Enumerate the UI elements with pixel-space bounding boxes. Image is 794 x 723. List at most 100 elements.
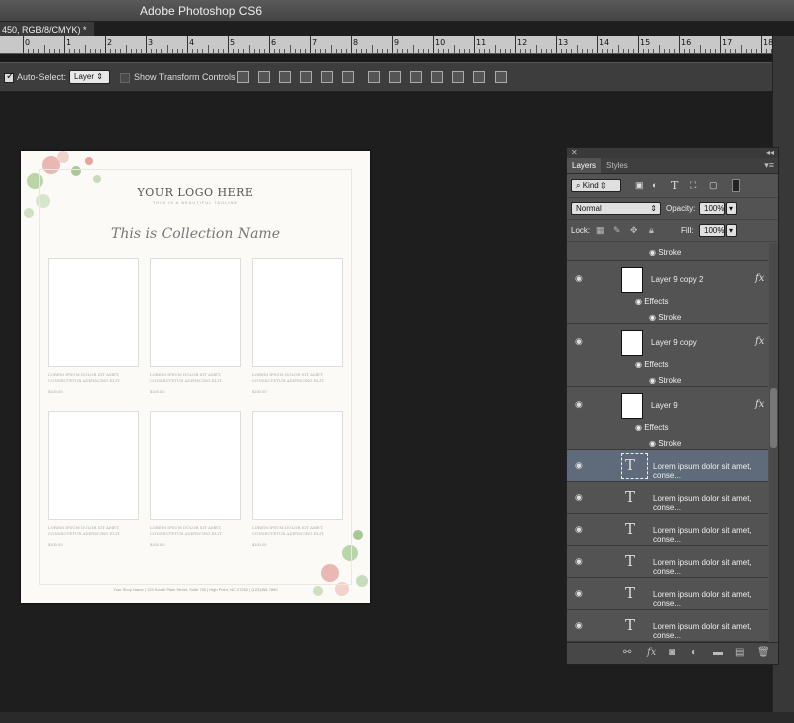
layer-row[interactable]: ◉ Layer 9 fx ◉ Effects ◉ Stroke xyxy=(567,387,768,450)
eye-icon[interactable]: ◉ xyxy=(575,336,583,347)
link-layers-icon[interactable]: ⚯ xyxy=(623,647,631,658)
eye-icon[interactable]: ◉ xyxy=(649,376,656,385)
scrollbar-thumb[interactable] xyxy=(770,388,777,448)
photo-frame[interactable] xyxy=(48,411,139,520)
eye-icon[interactable]: ◉ xyxy=(575,399,583,410)
blend-mode-dropdown[interactable]: Normal ⇕ xyxy=(571,202,661,215)
stroke-effect[interactable]: ◉ Stroke xyxy=(649,439,681,448)
document-canvas[interactable]: YOUR LOGO HERE THIS IS A BEAUTIFUL TAGLI… xyxy=(21,151,370,603)
layer-row[interactable]: ◉ Layer 9 copy 2 fx ◉ Effects ◉ Stroke xyxy=(567,261,768,324)
distribute-top-icon[interactable] xyxy=(368,71,380,83)
pixel-filter-icon[interactable]: ▣ xyxy=(635,180,644,191)
tab-layers[interactable]: Layers xyxy=(567,158,602,173)
fill-dropdown-icon[interactable]: ▾ xyxy=(726,224,737,237)
lock-transparency-icon[interactable]: ▦ xyxy=(596,225,605,236)
layers-scrollbar[interactable] xyxy=(769,243,778,643)
distribute-vcenter-icon[interactable] xyxy=(389,71,401,83)
lock-all-icon[interactable]: 🔒︎ xyxy=(649,225,654,236)
filter-toggle[interactable] xyxy=(732,179,740,192)
eye-icon[interactable]: ◉ xyxy=(649,248,656,257)
fill-input[interactable]: 100% xyxy=(699,224,725,237)
opacity-input[interactable]: 100% xyxy=(699,202,725,215)
distribute-left-icon[interactable] xyxy=(431,71,443,83)
ruler-minor-tick xyxy=(325,49,327,53)
effects-row[interactable]: ◉ Effects xyxy=(635,423,669,432)
eye-icon[interactable]: ◉ xyxy=(635,423,642,432)
eye-icon[interactable]: ◉ xyxy=(575,556,583,567)
tab-styles[interactable]: Styles xyxy=(601,158,633,173)
eye-icon[interactable]: ◉ xyxy=(649,439,656,448)
eye-icon[interactable]: ◉ xyxy=(575,524,583,535)
eye-icon[interactable]: ◉ xyxy=(575,492,583,503)
layer-row[interactable]: ◉ T Lorem ipsum dolor sit amet, conse... xyxy=(567,578,768,610)
ruler-minor-tick xyxy=(463,49,465,53)
eye-icon[interactable]: ◉ xyxy=(575,273,583,284)
auto-align-icon[interactable] xyxy=(495,71,507,83)
auto-select-dropdown[interactable]: Layer ⇕ xyxy=(69,70,110,84)
new-layer-icon[interactable]: ▤ xyxy=(735,647,744,658)
ruler-major-tick xyxy=(720,36,721,53)
adjustment-filter-icon[interactable]: ◐ xyxy=(652,180,657,190)
photo-frame[interactable] xyxy=(150,258,241,367)
ruler-minor-tick xyxy=(238,49,240,53)
layer-row[interactable]: ◉ T Lorem ipsum dolor sit amet, conse... xyxy=(567,610,768,642)
layer-row[interactable]: ◉ T Lorem ipsum dolor sit amet, conse... xyxy=(567,546,768,578)
eye-icon[interactable]: ◉ xyxy=(575,588,583,599)
add-mask-icon[interactable]: ◙ xyxy=(669,647,675,658)
effects-row[interactable]: ◉ Effects xyxy=(635,297,669,306)
smart-object-filter-icon[interactable]: ▢ xyxy=(709,180,718,191)
ruler-minor-tick xyxy=(279,49,281,53)
ruler-minor-tick xyxy=(171,49,173,53)
effects-row[interactable]: ◉ Effects xyxy=(635,360,669,369)
new-group-icon[interactable]: ▬ xyxy=(713,647,723,658)
fx-icon[interactable]: fx xyxy=(755,336,764,347)
layer-row[interactable]: ◉ T Lorem ipsum dolor sit amet, conse... xyxy=(567,482,768,514)
layer-row-selected[interactable]: ◉ T Lorem ipsum dolor sit amet, conse... xyxy=(567,450,768,482)
align-vcenter-icon[interactable] xyxy=(258,71,270,83)
shape-filter-icon[interactable]: ⛶ xyxy=(690,180,696,191)
new-adjustment-icon[interactable]: ◐ xyxy=(691,647,697,658)
layer-row[interactable]: ◉ Layer 9 copy fx ◉ Effects ◉ Stroke xyxy=(567,324,768,387)
opacity-dropdown-icon[interactable]: ▾ xyxy=(726,202,737,215)
align-hcenter-icon[interactable] xyxy=(321,71,333,83)
photo-frame[interactable] xyxy=(252,258,343,367)
ruler-label: 12 xyxy=(517,38,528,47)
photo-frame[interactable] xyxy=(48,258,139,367)
close-icon[interactable]: ✕ xyxy=(571,148,578,157)
auto-select-checkbox[interactable] xyxy=(4,71,14,83)
align-bottom-icon[interactable] xyxy=(279,71,291,83)
distribute-right-icon[interactable] xyxy=(473,71,485,83)
distribute-hcenter-icon[interactable] xyxy=(452,71,464,83)
lock-pixels-icon[interactable]: ✎ xyxy=(613,225,621,236)
photo-frame[interactable] xyxy=(150,411,241,520)
type-filter-icon[interactable]: T xyxy=(671,179,678,192)
fx-icon[interactable]: fx xyxy=(755,399,764,410)
eye-icon[interactable]: ◉ xyxy=(575,460,583,471)
horizontal-ruler[interactable]: 0123456789101112131415161718 xyxy=(0,36,772,54)
add-style-icon[interactable]: fx xyxy=(647,647,656,658)
trash-icon[interactable]: 🗑︎ xyxy=(757,647,770,658)
align-right-icon[interactable] xyxy=(342,71,354,83)
ruler-minor-tick xyxy=(212,49,214,53)
lock-position-icon[interactable]: ✥ xyxy=(630,225,638,236)
photo-frame[interactable] xyxy=(252,411,343,520)
align-top-icon[interactable] xyxy=(237,71,249,83)
distribute-bottom-icon[interactable] xyxy=(410,71,422,83)
panel-menu-icon[interactable]: ▾≡ xyxy=(764,160,774,171)
eye-icon[interactable]: ◉ xyxy=(635,360,642,369)
align-left-icon[interactable] xyxy=(300,71,312,83)
stroke-effect[interactable]: ◉ Stroke xyxy=(649,376,681,385)
ruler-minor-tick xyxy=(263,49,265,53)
ruler-minor-tick xyxy=(166,45,168,53)
fx-icon[interactable]: fx xyxy=(755,273,764,284)
kind-filter-dropdown[interactable]: ⌕ Kind ⇕ xyxy=(571,179,621,192)
layer-effect-row[interactable]: ◉ Stroke xyxy=(567,243,768,261)
eye-icon[interactable]: ◉ xyxy=(649,313,656,322)
layer-row[interactable]: ◉ T Lorem ipsum dolor sit amet, conse... xyxy=(567,514,768,546)
auto-select-value: Layer xyxy=(74,72,95,81)
eye-icon[interactable]: ◉ xyxy=(635,297,642,306)
collapse-icon[interactable]: ◂◂ xyxy=(766,148,774,158)
eye-icon[interactable]: ◉ xyxy=(575,620,583,631)
stroke-effect[interactable]: ◉ Stroke xyxy=(649,313,681,322)
transform-checkbox[interactable] xyxy=(120,72,130,83)
